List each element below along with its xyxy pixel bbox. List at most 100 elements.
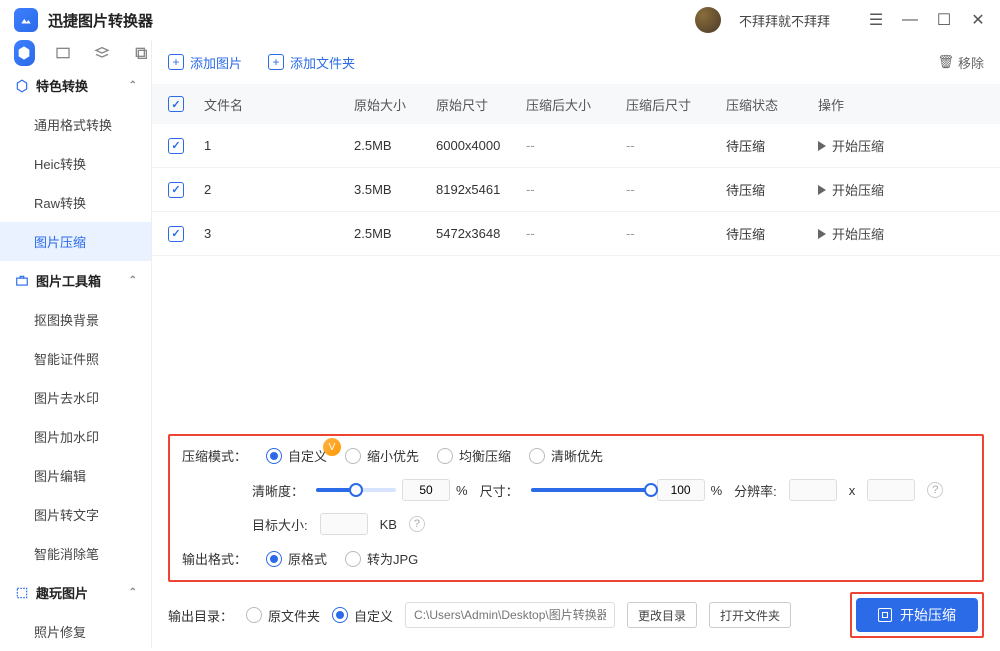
avatar[interactable] bbox=[695, 7, 721, 33]
vip-badge-icon: V bbox=[323, 438, 341, 456]
play-icon bbox=[818, 229, 826, 239]
add-folder-button[interactable]: + 添加文件夹 bbox=[268, 53, 355, 72]
clarity-slider[interactable] bbox=[316, 488, 396, 492]
row-start-button[interactable]: 开始压缩 bbox=[818, 136, 884, 155]
size-label: 尺寸： bbox=[480, 481, 519, 500]
table-row: 1 2.5MB 6000x4000 -- -- 待压缩 开始压缩 bbox=[152, 124, 1000, 168]
sidebar-item-bg[interactable]: 抠图换背景 bbox=[0, 300, 151, 339]
th-status: 压缩状态 bbox=[726, 95, 818, 114]
sidebar-item-general[interactable]: 通用格式转换 bbox=[0, 105, 151, 144]
group-title: 图片工具箱 bbox=[36, 271, 101, 290]
chevron-up-icon: ⌃ bbox=[129, 587, 137, 598]
sidebar-item-restore[interactable]: 照片修复 bbox=[0, 612, 151, 651]
sidebar-item-ocr[interactable]: 图片转文字 bbox=[0, 495, 151, 534]
fmt-orig-radio[interactable] bbox=[266, 551, 282, 567]
tool-layers-icon[interactable] bbox=[92, 40, 113, 66]
sidebar-item-idphoto[interactable]: 智能证件照 bbox=[0, 339, 151, 378]
row-checkbox[interactable] bbox=[168, 226, 184, 242]
fmt-jpg-radio[interactable] bbox=[345, 551, 361, 567]
cell-csize: -- bbox=[526, 226, 626, 241]
mode-clear-radio[interactable] bbox=[529, 448, 545, 464]
sidebar-item-raw[interactable]: Raw转换 bbox=[0, 183, 151, 222]
close-icon[interactable]: ✕ bbox=[970, 12, 986, 28]
cell-size: 2.5MB bbox=[354, 226, 436, 241]
hexagon-icon bbox=[14, 78, 30, 94]
table-row: 3 2.5MB 5472x3648 -- -- 待压缩 开始压缩 bbox=[152, 212, 1000, 256]
fun-icon bbox=[14, 585, 30, 601]
play-icon bbox=[818, 141, 826, 151]
tool-image-icon[interactable] bbox=[53, 40, 74, 66]
res-h-input[interactable] bbox=[867, 479, 915, 501]
cell-size: 3.5MB bbox=[354, 182, 436, 197]
tool-copy-icon[interactable] bbox=[130, 40, 151, 66]
out-custom-radio[interactable] bbox=[332, 607, 348, 623]
row-checkbox[interactable] bbox=[168, 182, 184, 198]
sidebar-item-compress[interactable]: 图片压缩 bbox=[0, 222, 151, 261]
start-compress-button[interactable]: 开始压缩 bbox=[856, 598, 978, 632]
cell-csize: -- bbox=[526, 138, 626, 153]
mode-balance-radio[interactable] bbox=[437, 448, 453, 464]
remove-button[interactable]: 🗑 移除 bbox=[937, 53, 984, 72]
group-special[interactable]: 特色转换 ⌃ bbox=[0, 66, 151, 105]
help-icon[interactable]: ? bbox=[927, 482, 943, 498]
sidebar-item-addwm[interactable]: 图片加水印 bbox=[0, 417, 151, 456]
compress-icon bbox=[878, 608, 892, 622]
res-label: 分辨率: bbox=[734, 481, 777, 500]
change-dir-button[interactable]: 更改目录 bbox=[627, 602, 697, 628]
sidebar-item-erase[interactable]: 智能消除笔 bbox=[0, 534, 151, 573]
row-checkbox[interactable] bbox=[168, 138, 184, 154]
out-path-input[interactable] bbox=[405, 602, 615, 628]
th-action: 操作 bbox=[818, 95, 984, 114]
th-cdim: 压缩后尺寸 bbox=[626, 95, 726, 114]
cell-name: 3 bbox=[204, 226, 354, 241]
out-label: 输出目录： bbox=[168, 606, 234, 625]
start-highlight-box: 开始压缩 bbox=[850, 592, 984, 638]
size-input[interactable] bbox=[657, 479, 705, 501]
size-slider[interactable] bbox=[531, 488, 651, 492]
add-image-button[interactable]: + 添加图片 bbox=[168, 53, 242, 72]
group-toolbox[interactable]: 图片工具箱 ⌃ bbox=[0, 261, 151, 300]
cell-cdim: -- bbox=[626, 226, 726, 241]
settings-highlight-box: 压缩模式： 自定义V 缩小优先 均衡压缩 清晰优先 清晰度： % 尺寸： % bbox=[168, 434, 984, 582]
clarity-label: 清晰度： bbox=[252, 481, 304, 500]
select-all-checkbox[interactable] bbox=[168, 96, 184, 112]
cell-status: 待压缩 bbox=[726, 136, 818, 155]
table-row: 2 3.5MB 8192x5461 -- -- 待压缩 开始压缩 bbox=[152, 168, 1000, 212]
help-icon[interactable]: ? bbox=[409, 516, 425, 532]
mode-shrink-radio[interactable] bbox=[345, 448, 361, 464]
mode-custom-radio[interactable] bbox=[266, 448, 282, 464]
sidebar-item-edit[interactable]: 图片编辑 bbox=[0, 456, 151, 495]
group-title: 趣玩图片 bbox=[36, 583, 88, 602]
cell-size: 2.5MB bbox=[354, 138, 436, 153]
group-title: 特色转换 bbox=[36, 76, 88, 95]
tool-hex-icon[interactable] bbox=[14, 40, 35, 66]
trash-icon: 🗑 bbox=[937, 54, 954, 70]
cell-dim: 8192x5461 bbox=[436, 182, 526, 197]
minimize-icon[interactable]: — bbox=[902, 12, 918, 28]
out-orig-radio[interactable] bbox=[246, 607, 262, 623]
group-fun[interactable]: 趣玩图片 ⌃ bbox=[0, 573, 151, 612]
target-label: 目标大小: bbox=[252, 515, 308, 534]
th-filename: 文件名 bbox=[204, 95, 354, 114]
row-start-button[interactable]: 开始压缩 bbox=[818, 180, 884, 199]
maximize-icon[interactable]: ☐ bbox=[936, 12, 952, 28]
th-dim: 原始尺寸 bbox=[436, 95, 526, 114]
cell-csize: -- bbox=[526, 182, 626, 197]
clarity-input[interactable] bbox=[402, 479, 450, 501]
table-header: 文件名 原始大小 原始尺寸 压缩后大小 压缩后尺寸 压缩状态 操作 bbox=[152, 84, 1000, 124]
sidebar-item-rmwm[interactable]: 图片去水印 bbox=[0, 378, 151, 417]
th-size: 原始大小 bbox=[354, 95, 436, 114]
play-icon bbox=[818, 185, 826, 195]
mode-label: 压缩模式： bbox=[182, 446, 248, 465]
app-logo bbox=[14, 8, 38, 32]
res-w-input[interactable] bbox=[789, 479, 837, 501]
row-start-button[interactable]: 开始压缩 bbox=[818, 224, 884, 243]
open-dir-button[interactable]: 打开文件夹 bbox=[709, 602, 791, 628]
fmt-label: 输出格式： bbox=[182, 549, 248, 568]
target-input[interactable] bbox=[320, 513, 368, 535]
chevron-up-icon: ⌃ bbox=[129, 80, 137, 91]
cell-name: 2 bbox=[204, 182, 354, 197]
menu-icon[interactable]: ☰ bbox=[868, 12, 884, 28]
cell-dim: 5472x3648 bbox=[436, 226, 526, 241]
sidebar-item-heic[interactable]: Heic转换 bbox=[0, 144, 151, 183]
